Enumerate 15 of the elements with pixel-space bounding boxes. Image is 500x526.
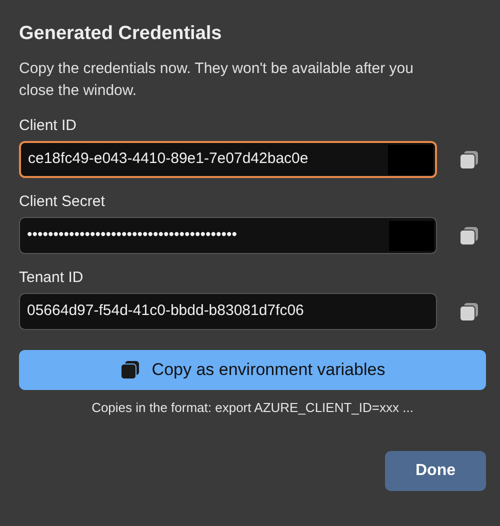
- dialog-description: Copy the credentials now. They won't be available after you close the window.: [19, 59, 414, 101]
- format-note: Copies in the format: export AZURE_CLIENT_ID=xxx ...: [90, 399, 414, 417]
- field-label: Client Secret: [19, 192, 106, 212]
- credential-field[interactable]: 05664d97-f54d-41c0-bbdd-b83081d7fc06: [19, 293, 437, 330]
- copy-icon: [459, 226, 479, 246]
- done-button[interactable]: Done: [385, 450, 486, 490]
- field-label: Tenant ID: [19, 268, 84, 288]
- copy-env-button[interactable]: Copy as environment variables: [19, 350, 486, 390]
- credential-field[interactable]: ••••••••••••••••••••••••••••••••••••••••: [19, 217, 437, 254]
- copy-icon: [459, 302, 479, 322]
- credential-field[interactable]: ce18fc49-e043-4410-89e1-7e07d42bac0e: [19, 141, 437, 178]
- dialog-title: Generated Credentials: [19, 22, 223, 46]
- field-label: Client ID: [19, 116, 78, 136]
- copy-icon: [120, 360, 140, 380]
- copy-icon: [459, 150, 479, 170]
